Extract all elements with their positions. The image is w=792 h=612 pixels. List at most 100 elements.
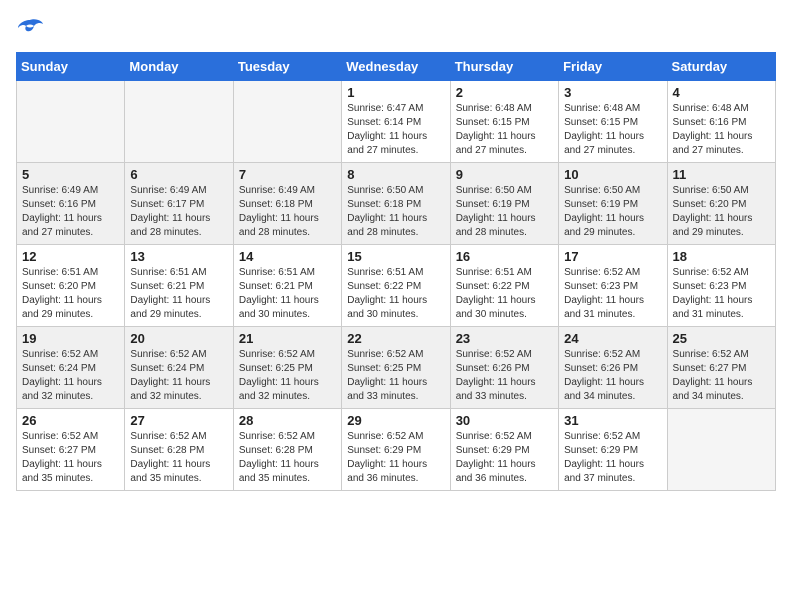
cell-info: Sunrise: 6:48 AMSunset: 6:15 PMDaylight:… (564, 102, 661, 158)
calendar-cell: 20 Sunrise: 6:52 AMSunset: 6:24 PMDayligh… (125, 327, 233, 409)
calendar-week-row: 12 Sunrise: 6:51 AMSunset: 6:20 PMDayligh… (17, 245, 776, 327)
cell-info: Sunrise: 6:52 AMSunset: 6:23 PMDaylight:… (673, 266, 770, 322)
cell-info: Sunrise: 6:50 AMSunset: 6:19 PMDaylight:… (564, 184, 661, 240)
cell-info: Sunrise: 6:50 AMSunset: 6:19 PMDaylight:… (456, 184, 553, 240)
day-number: 30 (456, 413, 553, 428)
calendar-cell: 12 Sunrise: 6:51 AMSunset: 6:20 PMDayligh… (17, 245, 125, 327)
logo-bird-icon (16, 16, 44, 40)
day-number: 13 (130, 249, 227, 264)
calendar-cell: 13 Sunrise: 6:51 AMSunset: 6:21 PMDayligh… (125, 245, 233, 327)
calendar-cell: 4 Sunrise: 6:48 AMSunset: 6:16 PMDaylight… (667, 81, 775, 163)
calendar-cell: 1 Sunrise: 6:47 AMSunset: 6:14 PMDaylight… (342, 81, 450, 163)
cell-info: Sunrise: 6:52 AMSunset: 6:24 PMDaylight:… (130, 348, 227, 404)
day-number: 5 (22, 167, 119, 182)
calendar-cell: 2Sunrise: 6:48 AMSunset: 6:15 PMDaylight… (450, 81, 558, 163)
day-number: 6 (130, 167, 227, 182)
cell-info: Sunrise: 6:52 AMSunset: 6:26 PMDaylight:… (456, 348, 553, 404)
weekday-header-saturday: Saturday (667, 53, 775, 81)
calendar-table: SundayMondayTuesdayWednesdayThursdayFrid… (16, 52, 776, 491)
day-number: 24 (564, 331, 661, 346)
day-number: 4 (673, 85, 770, 100)
day-number: 17 (564, 249, 661, 264)
cell-info: Sunrise: 6:52 AMSunset: 6:23 PMDaylight:… (564, 266, 661, 322)
day-number: 11 (673, 167, 770, 182)
weekday-header-tuesday: Tuesday (233, 53, 341, 81)
cell-info: Sunrise: 6:51 AMSunset: 6:22 PMDaylight:… (347, 266, 444, 322)
cell-info: Sunrise: 6:47 AMSunset: 6:14 PMDaylight:… (347, 102, 444, 158)
calendar-cell: 31Sunrise: 6:52 AMSunset: 6:29 PMDayligh… (559, 409, 667, 491)
cell-info: Sunrise: 6:52 AMSunset: 6:29 PMDaylight:… (564, 430, 661, 486)
weekday-header-wednesday: Wednesday (342, 53, 450, 81)
calendar-cell: 23 Sunrise: 6:52 AMSunset: 6:26 PMDayligh… (450, 327, 558, 409)
cell-info: Sunrise: 6:52 AMSunset: 6:27 PMDaylight:… (673, 348, 770, 404)
day-number: 22 (347, 331, 444, 346)
calendar-cell: 11 Sunrise: 6:50 AMSunset: 6:20 PMDayligh… (667, 163, 775, 245)
calendar-cell: 21Sunrise: 6:52 AMSunset: 6:25 PMDayligh… (233, 327, 341, 409)
day-number: 28 (239, 413, 336, 428)
calendar-cell: 16 Sunrise: 6:51 AMSunset: 6:22 PMDayligh… (450, 245, 558, 327)
day-number: 21 (239, 331, 336, 346)
cell-info: Sunrise: 6:51 AMSunset: 6:20 PMDaylight:… (22, 266, 119, 322)
calendar-cell (17, 81, 125, 163)
cell-info: Sunrise: 6:48 AMSunset: 6:16 PMDaylight:… (673, 102, 770, 158)
calendar-header-row: SundayMondayTuesdayWednesdayThursdayFrid… (17, 53, 776, 81)
cell-info: Sunrise: 6:49 AMSunset: 6:16 PMDaylight:… (22, 184, 119, 240)
calendar-cell: 15 Sunrise: 6:51 AMSunset: 6:22 PMDayligh… (342, 245, 450, 327)
calendar-cell: 28 Sunrise: 6:52 AMSunset: 6:28 PMDayligh… (233, 409, 341, 491)
cell-info: Sunrise: 6:52 AMSunset: 6:29 PMDaylight:… (456, 430, 553, 486)
cell-info: Sunrise: 6:52 AMSunset: 6:24 PMDaylight:… (22, 348, 119, 404)
day-number: 20 (130, 331, 227, 346)
calendar-cell: 3 Sunrise: 6:48 AMSunset: 6:15 PMDaylight… (559, 81, 667, 163)
page-header (16, 16, 776, 40)
calendar-cell: 27Sunrise: 6:52 AMSunset: 6:28 PMDayligh… (125, 409, 233, 491)
calendar-cell (125, 81, 233, 163)
day-number: 3 (564, 85, 661, 100)
calendar-cell: 29Sunrise: 6:52 AMSunset: 6:29 PMDayligh… (342, 409, 450, 491)
calendar-cell: 25Sunrise: 6:52 AMSunset: 6:27 PMDayligh… (667, 327, 775, 409)
cell-info: Sunrise: 6:51 AMSunset: 6:22 PMDaylight:… (456, 266, 553, 322)
cell-info: Sunrise: 6:49 AMSunset: 6:18 PMDaylight:… (239, 184, 336, 240)
calendar-cell: 10 Sunrise: 6:50 AMSunset: 6:19 PMDayligh… (559, 163, 667, 245)
cell-info: Sunrise: 6:52 AMSunset: 6:28 PMDaylight:… (239, 430, 336, 486)
cell-info: Sunrise: 6:48 AMSunset: 6:15 PMDaylight:… (456, 102, 553, 158)
calendar-week-row: 26Sunrise: 6:52 AMSunset: 6:27 PMDayligh… (17, 409, 776, 491)
weekday-header-friday: Friday (559, 53, 667, 81)
calendar-cell: 6 Sunrise: 6:49 AMSunset: 6:17 PMDaylight… (125, 163, 233, 245)
calendar-cell: 7 Sunrise: 6:49 AMSunset: 6:18 PMDaylight… (233, 163, 341, 245)
calendar-cell: 19 Sunrise: 6:52 AMSunset: 6:24 PMDayligh… (17, 327, 125, 409)
day-number: 14 (239, 249, 336, 264)
calendar-cell: 5 Sunrise: 6:49 AMSunset: 6:16 PMDaylight… (17, 163, 125, 245)
day-number: 18 (673, 249, 770, 264)
cell-info: Sunrise: 6:52 AMSunset: 6:26 PMDaylight:… (564, 348, 661, 404)
cell-info: Sunrise: 6:51 AMSunset: 6:21 PMDaylight:… (130, 266, 227, 322)
day-number: 10 (564, 167, 661, 182)
day-number: 19 (22, 331, 119, 346)
day-number: 26 (22, 413, 119, 428)
day-number: 23 (456, 331, 553, 346)
calendar-cell: 26Sunrise: 6:52 AMSunset: 6:27 PMDayligh… (17, 409, 125, 491)
calendar-cell: 9Sunrise: 6:50 AMSunset: 6:19 PMDaylight… (450, 163, 558, 245)
calendar-cell: 24 Sunrise: 6:52 AMSunset: 6:26 PMDayligh… (559, 327, 667, 409)
logo (16, 16, 48, 40)
calendar-cell: 8 Sunrise: 6:50 AMSunset: 6:18 PMDaylight… (342, 163, 450, 245)
cell-info: Sunrise: 6:49 AMSunset: 6:17 PMDaylight:… (130, 184, 227, 240)
day-number: 15 (347, 249, 444, 264)
calendar-cell: 18 Sunrise: 6:52 AMSunset: 6:23 PMDayligh… (667, 245, 775, 327)
calendar-cell (233, 81, 341, 163)
day-number: 8 (347, 167, 444, 182)
day-number: 16 (456, 249, 553, 264)
weekday-header-thursday: Thursday (450, 53, 558, 81)
weekday-header-monday: Monday (125, 53, 233, 81)
cell-info: Sunrise: 6:50 AMSunset: 6:18 PMDaylight:… (347, 184, 444, 240)
day-number: 1 (347, 85, 444, 100)
cell-info: Sunrise: 6:52 AMSunset: 6:29 PMDaylight:… (347, 430, 444, 486)
calendar-cell: 14Sunrise: 6:51 AMSunset: 6:21 PMDayligh… (233, 245, 341, 327)
day-number: 27 (130, 413, 227, 428)
calendar-week-row: 19 Sunrise: 6:52 AMSunset: 6:24 PMDayligh… (17, 327, 776, 409)
calendar-cell: 22Sunrise: 6:52 AMSunset: 6:25 PMDayligh… (342, 327, 450, 409)
cell-info: Sunrise: 6:50 AMSunset: 6:20 PMDaylight:… (673, 184, 770, 240)
calendar-week-row: 1 Sunrise: 6:47 AMSunset: 6:14 PMDaylight… (17, 81, 776, 163)
day-number: 7 (239, 167, 336, 182)
day-number: 12 (22, 249, 119, 264)
calendar-week-row: 5 Sunrise: 6:49 AMSunset: 6:16 PMDaylight… (17, 163, 776, 245)
